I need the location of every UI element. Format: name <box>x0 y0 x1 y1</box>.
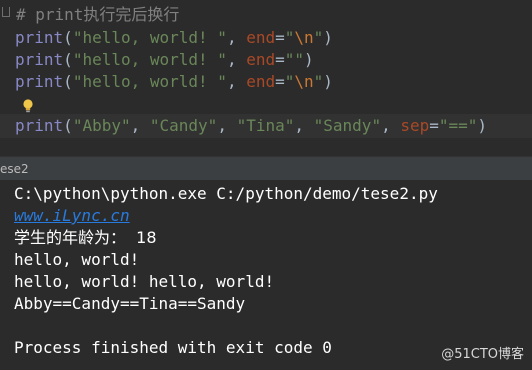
code-token-string-quote: " <box>284 72 295 91</box>
code-token-func: print <box>15 50 64 69</box>
console-line: hello, world! <box>14 250 140 269</box>
code-token-close-paren: ) <box>304 50 314 69</box>
code-token-comma: , <box>381 116 401 135</box>
code-line-active[interactable]: print("Abby", "Candy", "Tina", "Sandy", … <box>15 115 487 137</box>
run-tab[interactable]: ese2 <box>0 157 29 181</box>
code-token-equals: = <box>429 116 439 135</box>
console-link[interactable]: www.iLync.cn <box>14 205 130 227</box>
code-token-string: "Sandy" <box>313 116 382 135</box>
console-line: Abby==Candy==Tina==Sandy <box>14 294 246 313</box>
code-token-open-paren: ( <box>63 72 73 91</box>
code-token-escape: \n <box>294 72 314 91</box>
code-token-comma: , <box>226 28 247 47</box>
code-token-string: "Abby" <box>72 116 131 135</box>
code-editor[interactable]: # print执行完后换行 print("hello, world! ", en… <box>0 0 532 154</box>
code-token-param: sep <box>400 116 430 135</box>
code-token-open-paren: ( <box>63 50 73 69</box>
code-token-string: "" <box>284 50 305 69</box>
code-token-open-paren: ( <box>63 28 73 47</box>
code-line-2: print("hello, world! ", end="") <box>15 49 314 71</box>
code-token-func: print <box>15 116 64 135</box>
code-token-string: "hello, world! " <box>72 28 227 47</box>
console-line-exit-status: Process finished with exit code 0 <box>14 338 332 357</box>
code-token-param: end <box>246 50 276 69</box>
code-line-3: print("hello, world! ", end="\n") <box>15 71 333 93</box>
code-token-func: print <box>15 72 64 91</box>
code-token-string-quote: " <box>313 72 324 91</box>
code-token-close-paren: ) <box>477 116 488 135</box>
code-token-close-paren: ) <box>323 72 333 91</box>
code-token-comma: , <box>226 50 247 69</box>
code-token-comma: , <box>217 116 237 135</box>
console-output[interactable]: C:\python\python.exe C:/python/demo/tese… <box>0 180 532 370</box>
run-panel-header: ese2 <box>0 156 532 180</box>
code-token-param: end <box>246 28 276 47</box>
code-token-comma: , <box>226 72 247 91</box>
lightbulb-icon[interactable] <box>22 98 34 114</box>
code-token-string: "==" <box>438 116 478 135</box>
code-token-string: "hello, world! " <box>72 50 227 69</box>
code-token-func: print <box>15 28 64 47</box>
code-token-close-paren: ) <box>323 28 333 47</box>
watermark: @51CTO博客 <box>441 347 524 362</box>
fold-marker-icon[interactable] <box>2 7 10 17</box>
code-comment: # print执行完后换行 <box>16 5 180 24</box>
code-token-equals: = <box>275 28 285 47</box>
code-token-string: "Tina" <box>236 116 295 135</box>
code-token-equals: = <box>275 72 285 91</box>
code-line-1: print("hello, world! ", end="\n") <box>15 27 333 49</box>
code-token-string-quote: " <box>313 28 324 47</box>
code-token-string: "hello, world! " <box>72 72 227 91</box>
code-token-string-quote: " <box>284 28 295 47</box>
code-token-equals: = <box>275 50 285 69</box>
code-token-string: "Candy" <box>149 116 218 135</box>
code-token-open-paren: ( <box>63 116 73 135</box>
code-token-comma: , <box>294 116 314 135</box>
console-line: hello, world! hello, world! <box>14 272 275 291</box>
code-token-param: end <box>246 72 276 91</box>
code-token-comma: , <box>130 116 150 135</box>
console-line-command: C:\python\python.exe C:/python/demo/tese… <box>14 184 438 203</box>
console-line: 学生的年龄为： 18 <box>14 228 157 247</box>
code-token-escape: \n <box>294 28 314 47</box>
